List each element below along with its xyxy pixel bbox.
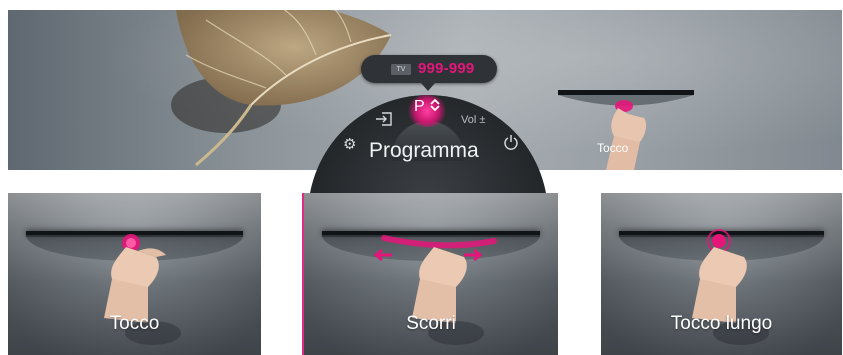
program-up-down-button[interactable]: P <box>414 98 441 116</box>
arrow-right-icon <box>464 248 483 262</box>
gesture-panel-tap: Tocco <box>8 193 261 355</box>
channel-number: 999-999 <box>418 60 475 77</box>
gesture-panel-swipe: Scorri <box>302 193 558 355</box>
mini-touch-illustration <box>558 90 694 170</box>
power-icon[interactable] <box>503 134 519 150</box>
mini-caption: Tocco <box>597 141 629 155</box>
program-label: P <box>414 98 425 115</box>
tv-icon: TV <box>391 64 411 75</box>
gesture-caption: Tocco <box>109 313 160 334</box>
dial-title: Programma <box>369 139 479 162</box>
channel-badge: TV 999-999 <box>361 55 497 91</box>
gesture-panel-long-press: Tocco lungo <box>601 193 842 355</box>
input-icon[interactable] <box>375 112 393 126</box>
gear-icon[interactable]: ⚙ <box>343 135 356 153</box>
gesture-caption: Scorri <box>406 313 456 334</box>
volume-label[interactable]: Vol ± <box>461 114 485 126</box>
chevron-up-down-icon <box>430 98 440 112</box>
arrow-left-icon <box>373 248 392 262</box>
gesture-caption: Tocco lungo <box>670 313 773 334</box>
